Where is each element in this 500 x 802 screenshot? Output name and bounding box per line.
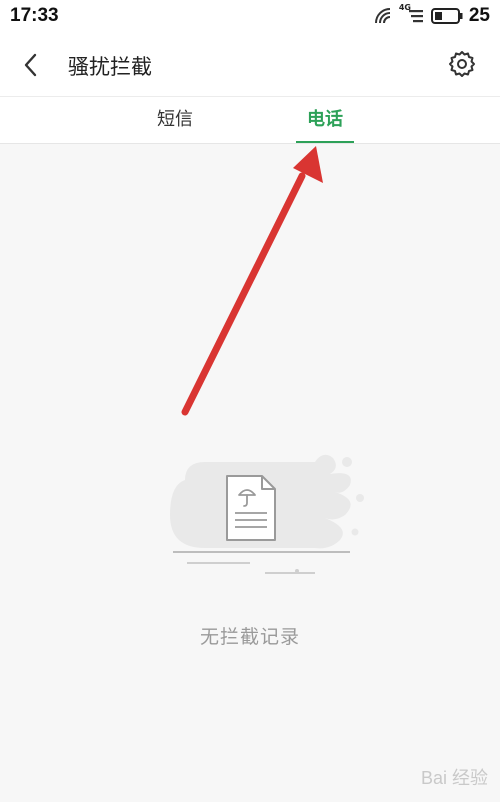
chevron-left-icon (24, 53, 37, 77)
status-bar: 17:33 4G 25 (0, 0, 500, 32)
battery-level: 25 (468, 5, 490, 26)
tab-calls[interactable]: 电话 (285, 97, 365, 143)
status-time: 17:33 (10, 5, 59, 26)
empty-state-message: 无拦截记录 (199, 626, 300, 648)
tab-active-indicator (296, 141, 354, 143)
status-icons: 4G 25 (373, 3, 490, 28)
page-title: 骚扰拦截 (68, 55, 152, 79)
settings-button[interactable] (444, 46, 480, 82)
tab-sms[interactable]: 短信 (135, 97, 215, 143)
gear-icon (449, 51, 475, 77)
app-header: 骚扰拦截 (0, 32, 500, 96)
tab-bar: 短信 电话 (0, 96, 500, 144)
network-signal-icon: 4G (399, 3, 425, 27)
wifi-icon (374, 8, 391, 24)
back-button[interactable] (14, 48, 48, 82)
empty-state-illustration (165, 440, 375, 580)
document-umbrella-icon (170, 454, 364, 574)
battery-icon (430, 8, 463, 24)
watermark: Bai 经验 (420, 768, 488, 788)
